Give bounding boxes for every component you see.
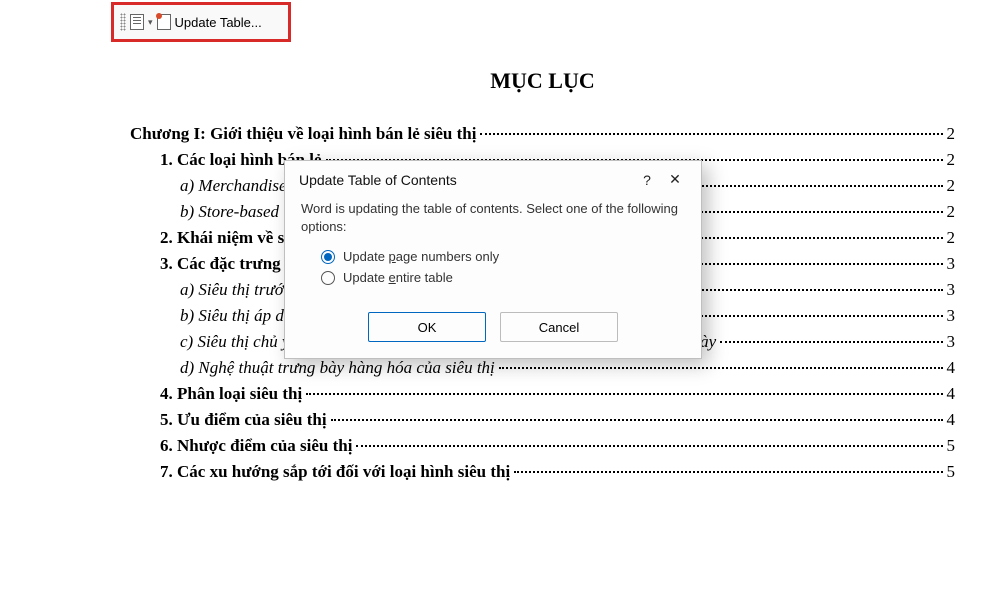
toc-toolbar: ▾ Update Table... [111, 2, 291, 42]
toc-leader-dots [514, 471, 942, 473]
update-toc-dialog: Update Table of Contents ? ✕ Word is upd… [284, 160, 702, 359]
chevron-down-icon[interactable]: ▾ [148, 17, 153, 28]
toc-entry-page: 3 [947, 306, 956, 326]
toc-entry[interactable]: 4. Phân loại siêu thị 4 [130, 384, 955, 404]
radio-label: Update page numbers only [343, 249, 499, 264]
toc-leader-dots [720, 341, 942, 343]
toc-entry-page: 2 [947, 228, 956, 248]
toc-entry-label: Chương I: Giới thiệu về loại hình bán lẻ… [130, 124, 476, 144]
refresh-icon [157, 14, 171, 30]
radio-icon [321, 250, 335, 264]
cancel-button[interactable]: Cancel [500, 312, 618, 342]
toc-entry-page: 3 [947, 332, 956, 352]
toc-entry[interactable]: 5. Ưu điểm của siêu thị 4 [130, 410, 955, 430]
toc-entry-label: b) Store-based r [180, 202, 290, 222]
toc-leader-dots [306, 393, 942, 395]
toc-leader-dots [480, 133, 942, 135]
grip-icon [120, 13, 126, 31]
toc-entry-page: 5 [947, 462, 956, 482]
toc-entry-page: 3 [947, 280, 956, 300]
toc-entry-label: 7. Các xu hướng sắp tới đối với loại hìn… [160, 462, 510, 482]
toc-entry-page: 2 [947, 202, 956, 222]
toc-entry-page: 3 [947, 254, 956, 274]
dialog-body: Word is updating the table of contents. … [285, 196, 701, 300]
toc-leader-dots [331, 419, 943, 421]
toc-entry-label: 4. Phân loại siêu thị [160, 384, 302, 404]
toc-entry-page: 2 [947, 124, 956, 144]
radio-entire-table[interactable]: Update entire table [301, 267, 685, 288]
toc-entry-label: a) Merchandise [180, 176, 287, 196]
toc-entry-page: 2 [947, 150, 956, 170]
dialog-titlebar: Update Table of Contents ? ✕ [285, 161, 701, 196]
toc-leader-dots [499, 367, 943, 369]
toc-entry[interactable]: d) Nghệ thuật trưng bày hàng hóa của siê… [130, 358, 955, 378]
page-title: MỤC LỤC [120, 68, 965, 94]
toc-entry[interactable]: Chương I: Giới thiệu về loại hình bán lẻ… [130, 124, 955, 144]
dialog-message: Word is updating the table of contents. … [301, 200, 685, 236]
toc-entry-page: 4 [947, 410, 956, 430]
help-button[interactable]: ? [633, 172, 661, 188]
ok-button[interactable]: OK [368, 312, 486, 342]
toc-leader-dots [356, 445, 942, 447]
dialog-buttons: OK Cancel [285, 300, 701, 358]
dialog-title: Update Table of Contents [299, 172, 457, 188]
radio-label: Update entire table [343, 270, 453, 285]
toc-entry-page: 4 [947, 384, 956, 404]
toc-entry[interactable]: 7. Các xu hướng sắp tới đối với loại hìn… [130, 462, 955, 482]
toc-entry-label: 2. Khái niệm về s [160, 228, 284, 248]
close-button[interactable]: ✕ [661, 171, 689, 188]
toc-entry-label: d) Nghệ thuật trưng bày hàng hóa của siê… [180, 358, 495, 378]
toc-entry-label: 6. Nhược điểm của siêu thị [160, 436, 352, 456]
toc-menu-icon[interactable] [130, 14, 144, 30]
toc-entry[interactable]: 6. Nhược điểm của siêu thị 5 [130, 436, 955, 456]
toc-entry-page: 5 [947, 436, 956, 456]
toc-entry-page: 4 [947, 358, 956, 378]
toc-entry-label: a) Siêu thị trước [180, 280, 291, 300]
toc-entry-page: 2 [947, 176, 956, 196]
toc-entry-label: 5. Ưu điểm của siêu thị [160, 410, 327, 430]
update-table-button[interactable]: Update Table... [175, 15, 262, 30]
toc-entry-label: 3. Các đặc trưng [160, 254, 281, 274]
radio-page-numbers-only[interactable]: Update page numbers only [301, 246, 685, 267]
radio-icon [321, 271, 335, 285]
